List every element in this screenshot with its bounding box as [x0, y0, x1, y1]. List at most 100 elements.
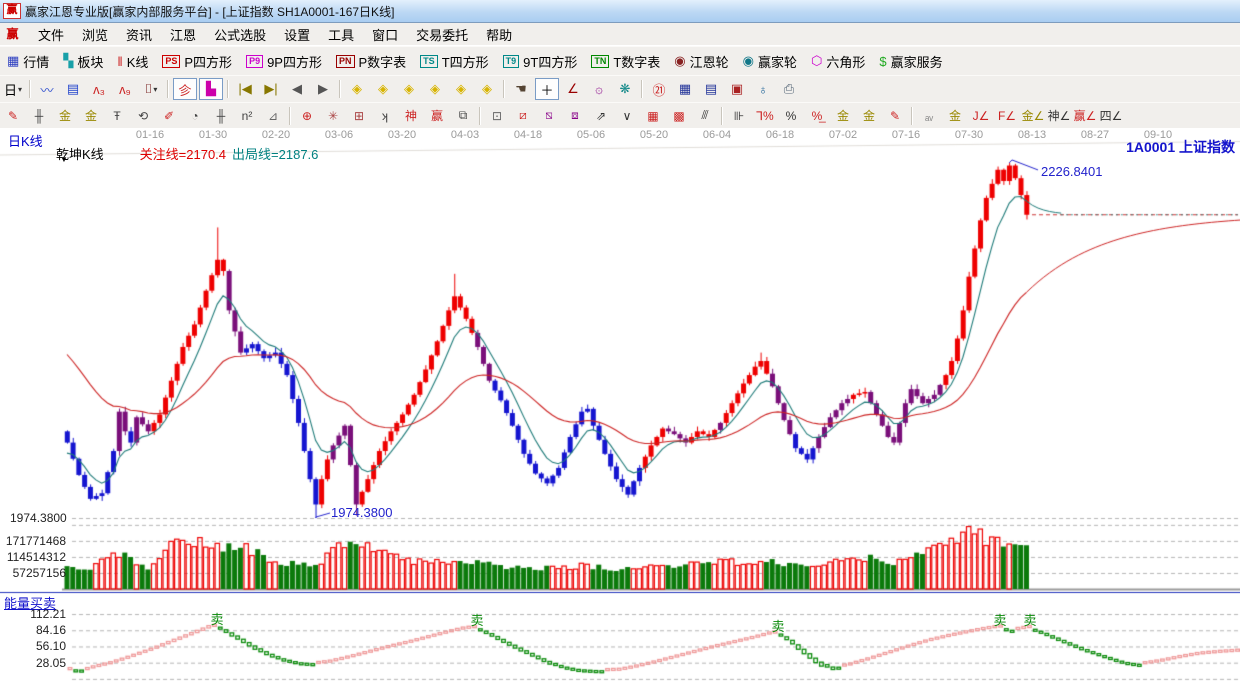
hand-drag-button[interactable]: ☚	[509, 78, 533, 100]
menu-item-gann[interactable]: 江恩	[161, 23, 205, 46]
zoom-out-diamond-button[interactable]: ◈	[475, 78, 499, 100]
n-square-button[interactable]: n²	[234, 105, 260, 126]
percent-line-button[interactable]: %̲	[804, 105, 830, 126]
t-square-button[interactable]: TS T四方形	[417, 51, 491, 72]
price-ruler-button[interactable]: ⧉	[450, 105, 476, 126]
ying-angle-button[interactable]: 赢∠	[1072, 105, 1098, 126]
k-measure-icon: ʞ	[382, 108, 388, 123]
gold-angle-button[interactable]: 金∠	[1020, 105, 1046, 126]
f-angle-button[interactable]: F∠	[994, 105, 1020, 126]
star-resistance-button[interactable]: ✳	[320, 105, 346, 126]
last-page-button[interactable]: ▶|	[259, 78, 283, 100]
sectors-button[interactable]: ▚ 板块	[60, 51, 106, 72]
percent-75-button[interactable]: ⅂%	[752, 105, 778, 126]
trend-arrow-button[interactable]: ⇗	[588, 105, 614, 126]
menu-item-window[interactable]: 窗口	[363, 23, 407, 46]
time-cycle-button[interactable]: ◔	[182, 105, 208, 126]
gold-bar-button[interactable]: 金	[942, 105, 968, 126]
shen-angle-button[interactable]: 神∠	[1046, 105, 1072, 126]
flat-wave-button[interactable]: ₐᵥ	[916, 105, 942, 126]
p-number-table-button[interactable]: PN P数字表	[333, 51, 409, 72]
shift-right-button[interactable]: ◈	[371, 78, 395, 100]
angle-a-button[interactable]: ⊿	[260, 105, 286, 126]
percent-table-button[interactable]: ⊪	[726, 105, 752, 126]
j-angle-button[interactable]: J∠	[968, 105, 994, 126]
red-fan-button[interactable]: ⧄	[510, 105, 536, 126]
prev-page-button[interactable]: ◀	[285, 78, 309, 100]
volume-pane-button[interactable]: ▙	[199, 78, 223, 100]
box-tool-button[interactable]: ⊡	[484, 105, 510, 126]
kline-button[interactable]: ‖ K线	[114, 51, 151, 72]
fan-box-button[interactable]: ⧅	[536, 105, 562, 126]
qiankun-kline-button[interactable]: 㐱	[173, 78, 197, 100]
zigzag-view-button[interactable]: 〰	[35, 78, 59, 100]
t-number-table-button[interactable]: TN T数字表	[588, 51, 663, 72]
winner-service-button[interactable]: $ 赢家服务	[876, 51, 945, 72]
main-chart-canvas[interactable]	[0, 128, 1240, 682]
marker-pen-button[interactable]: ✐	[156, 105, 182, 126]
period-day-button[interactable]: 日 ▾	[1, 78, 25, 100]
comb-grid-button[interactable]: ╫	[26, 105, 52, 126]
grid-arrow-button[interactable]: ▩	[666, 105, 692, 126]
notepad-button[interactable]: ▤	[699, 78, 723, 100]
v-wave-button[interactable]: ∨	[614, 105, 640, 126]
gold-gate-1-button[interactable]: 金	[52, 105, 78, 126]
zoom-in-diamond-button[interactable]: ◈	[449, 78, 473, 100]
crosshair-button[interactable]: ＋	[535, 78, 559, 100]
cycle-tool-button[interactable]: ❋	[613, 78, 637, 100]
compress-h-button[interactable]: ◈	[423, 78, 447, 100]
9p-square-button[interactable]: P9 9P四方形	[243, 51, 325, 72]
menu-item-settings[interactable]: 设置	[275, 23, 319, 46]
menu-item-file[interactable]: 文件	[29, 23, 73, 46]
save-disk-button[interactable]: ▣	[725, 78, 749, 100]
ying-grid-button[interactable]: 赢	[424, 105, 450, 126]
gann-target-button[interactable]: ⊕	[294, 105, 320, 126]
menu-item-formula-stock-pick[interactable]: 公式选股	[205, 23, 275, 46]
wave-9-button[interactable]: ʌ₉	[113, 78, 137, 100]
menu-item-browse[interactable]: 浏览	[73, 23, 117, 46]
p-square-button[interactable]: PS P四方形	[159, 51, 235, 72]
calculator-button[interactable]: ▦	[673, 78, 697, 100]
brush-tool-button[interactable]: ✎	[0, 105, 26, 126]
menu-item-help[interactable]: 帮助	[477, 23, 521, 46]
comb-grid-2-button[interactable]: ╫	[208, 105, 234, 126]
box-resistance-button[interactable]: ⊞	[346, 105, 372, 126]
grid-box-button[interactable]: ⧈	[562, 105, 588, 126]
titlebar[interactable]: 赢 赢家江恩专业版[赢家内部服务平台] - [上证指数 SH1A0001-167…	[0, 0, 1240, 23]
gold-gate-2-button[interactable]: 金	[78, 105, 104, 126]
network-button[interactable]: ♁	[751, 78, 775, 100]
red-grid-button[interactable]: ▦	[640, 105, 666, 126]
gold-line-button[interactable]: 金	[856, 105, 882, 126]
f-gate-button[interactable]: Ŧ	[104, 105, 130, 126]
si-angle-button[interactable]: 四∠	[1098, 105, 1124, 126]
kline-type-dropdown-icon[interactable]: ▼	[60, 155, 68, 164]
gold-circle-button[interactable]: 金	[830, 105, 856, 126]
shift-left-button[interactable]: ◈	[345, 78, 369, 100]
sectors-label: 板块	[77, 54, 104, 70]
wave-3-button[interactable]: ʌ₃	[87, 78, 111, 100]
9t-square-button[interactable]: T9 9T四方形	[500, 51, 581, 72]
percent-button[interactable]: %	[778, 105, 804, 126]
spiral-5-button[interactable]: ⟲	[130, 105, 156, 126]
gann-shape-button[interactable]: ۞	[587, 78, 611, 100]
menu-item-news[interactable]: 资讯	[117, 23, 161, 46]
info-doc-button[interactable]: ▤	[61, 78, 85, 100]
menu-item-trade-entrust[interactable]: 交易委托	[407, 23, 477, 46]
slash-fan-button[interactable]: ⫻	[692, 105, 718, 126]
shen-grid-button[interactable]: 神	[398, 105, 424, 126]
expand-h-button[interactable]: ◈	[397, 78, 421, 100]
small-brush-button[interactable]: ✎	[882, 105, 908, 126]
calendar-21-button[interactable]: ㉑	[647, 78, 671, 100]
candle-style-button[interactable]: ⌷ ▾	[139, 78, 163, 100]
printer-button[interactable]: ⎙	[777, 78, 801, 100]
hexagon-button[interactable]: ⬡ 六角形	[808, 51, 868, 72]
menu-item-tools[interactable]: 工具	[319, 23, 363, 46]
next-page-button[interactable]: ▶	[311, 78, 335, 100]
angle-measure-button[interactable]: ∠	[561, 78, 585, 100]
gann-wheel-button[interactable]: ◉ 江恩轮	[671, 51, 731, 72]
winner-wheel-button[interactable]: ◉ 赢家轮	[740, 51, 800, 72]
kline-period-label[interactable]: 日K线	[8, 131, 43, 150]
quotes-button[interactable]: ▦ 行情	[4, 51, 52, 72]
k-measure-button[interactable]: ʞ	[372, 105, 398, 126]
first-page-button[interactable]: |◀	[233, 78, 257, 100]
